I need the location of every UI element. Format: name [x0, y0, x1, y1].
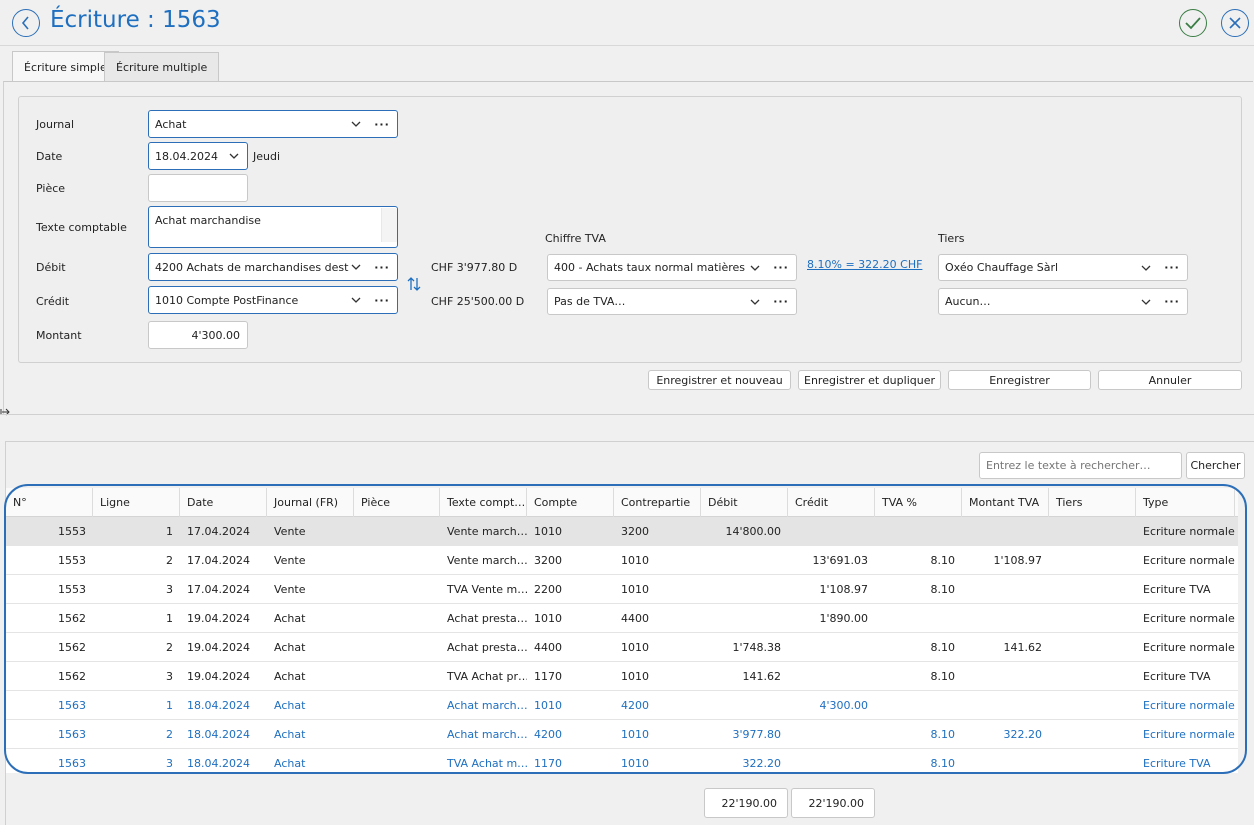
- date-weekday: Jeudi: [253, 150, 281, 163]
- swap-accounts-icon[interactable]: [407, 276, 421, 292]
- tva-debit-select[interactable]: 400 - Achats taux normal matières e… ···: [547, 254, 797, 281]
- search-input[interactable]: [979, 452, 1182, 479]
- tiers-label: Tiers: [938, 232, 965, 245]
- more-icon[interactable]: ···: [770, 295, 792, 308]
- credit-account-value: 1010 Compte PostFinance: [155, 293, 299, 307]
- total-credit: 22'190.00: [791, 788, 875, 818]
- section-divider[interactable]: [0, 414, 1254, 415]
- piece-label: Pièce: [36, 182, 66, 195]
- credit-account-select[interactable]: 1010 Compte PostFinance ···: [148, 286, 398, 314]
- tab-ecriture-simple[interactable]: Écriture simple: [12, 51, 119, 82]
- tiers-credit-value: Aucun…: [945, 295, 991, 308]
- debit-label: Débit: [36, 261, 66, 274]
- credit-label: Crédit: [36, 295, 70, 308]
- more-icon[interactable]: ···: [1161, 261, 1183, 274]
- tiers-credit-select[interactable]: Aucun… ···: [938, 288, 1188, 315]
- chevron-down-icon[interactable]: [1139, 295, 1153, 309]
- chevron-down-icon[interactable]: [349, 293, 363, 307]
- chevron-down-icon[interactable]: [1139, 261, 1153, 275]
- chevron-down-icon[interactable]: [349, 260, 363, 274]
- texte-comptable-input[interactable]: Achat marchandise: [148, 206, 398, 248]
- date-value: 18.04.2024: [155, 149, 218, 163]
- more-icon[interactable]: ···: [371, 294, 393, 307]
- tab-ecriture-multiple[interactable]: Écriture multiple: [104, 52, 220, 82]
- total-debit: 22'190.00: [704, 788, 788, 818]
- more-icon[interactable]: ···: [770, 261, 792, 274]
- debit-balance: CHF 3'977.80 D: [431, 261, 518, 274]
- montant-input[interactable]: 4'300.00: [148, 321, 248, 349]
- title-bar: Écriture : 1563: [0, 0, 1254, 46]
- date-label: Date: [36, 150, 63, 163]
- more-icon[interactable]: ···: [371, 261, 393, 274]
- more-icon[interactable]: ···: [1161, 295, 1183, 308]
- date-picker[interactable]: 18.04.2024: [148, 142, 248, 170]
- check-icon: [1185, 17, 1201, 30]
- highlight-outline: [4, 484, 1247, 774]
- save-and-new-button[interactable]: Enregistrer et nouveau: [648, 370, 791, 390]
- journal-value: Achat: [155, 117, 187, 131]
- chevron-down-icon[interactable]: [748, 295, 762, 309]
- montant-label: Montant: [36, 329, 82, 342]
- chevron-down-icon[interactable]: [748, 261, 762, 275]
- textarea-scrollbar[interactable]: [381, 208, 397, 242]
- montant-value: 4'300.00: [191, 328, 240, 342]
- tva-amount-link[interactable]: 8.10% = 322.20 CHF: [807, 258, 922, 271]
- chiffre-tva-label: Chiffre TVA: [545, 232, 606, 245]
- tiers-debit-select[interactable]: Oxéo Chauffage Sàrl ···: [938, 254, 1188, 281]
- journal-label: Journal: [36, 118, 75, 131]
- tva-debit-value: 400 - Achats taux normal matières e…: [554, 261, 748, 274]
- splitter-handle-icon[interactable]: [0, 406, 10, 418]
- close-icon: [1229, 17, 1241, 29]
- back-button[interactable]: [12, 9, 40, 37]
- chevron-down-icon[interactable]: [227, 149, 241, 163]
- save-button[interactable]: Enregistrer: [948, 370, 1091, 390]
- more-icon[interactable]: ···: [371, 118, 393, 131]
- credit-balance: CHF 25'500.00 D: [431, 295, 525, 308]
- cancel-button[interactable]: Annuler: [1098, 370, 1242, 390]
- texte-comptable-value: Achat marchandise: [155, 214, 261, 227]
- search-button[interactable]: Chercher: [1186, 452, 1245, 479]
- debit-account-value: 4200 Achats de marchandises destin…: [155, 260, 349, 274]
- save-and-duplicate-button[interactable]: Enregistrer et dupliquer: [798, 370, 941, 390]
- tiers-debit-value: Oxéo Chauffage Sàrl: [945, 261, 1059, 274]
- page-title: Écriture : 1563: [50, 7, 221, 33]
- texte-comptable-label: Texte comptable: [36, 221, 127, 234]
- tva-credit-value: Pas de TVA…: [554, 295, 626, 308]
- tva-credit-select[interactable]: Pas de TVA… ···: [547, 288, 797, 315]
- debit-account-select[interactable]: 4200 Achats de marchandises destin… ···: [148, 253, 398, 281]
- chevron-down-icon[interactable]: [349, 117, 363, 131]
- close-button[interactable]: [1221, 9, 1249, 37]
- piece-input[interactable]: [148, 174, 248, 202]
- journal-select[interactable]: Achat ···: [148, 110, 398, 138]
- confirm-button[interactable]: [1179, 9, 1207, 37]
- chevron-left-icon: [21, 16, 29, 30]
